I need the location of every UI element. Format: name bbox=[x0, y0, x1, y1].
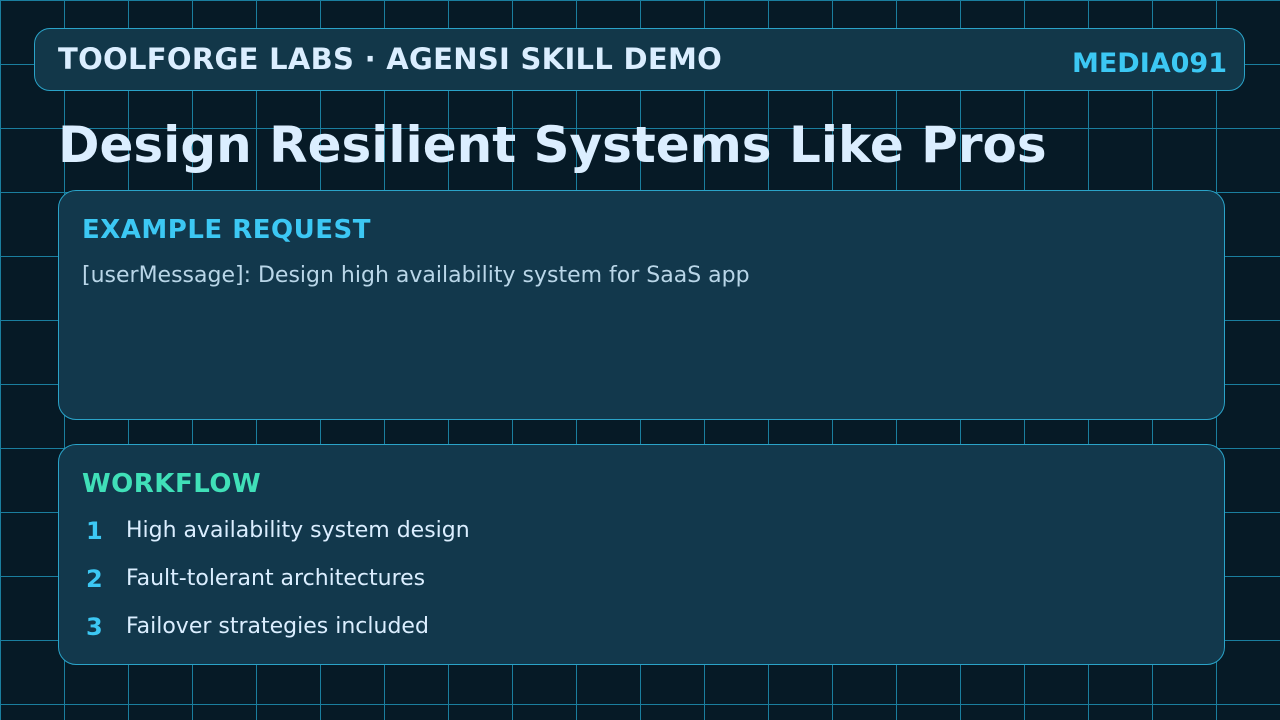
workflow-step-number: 1 bbox=[86, 517, 103, 545]
workflow-step-number: 2 bbox=[86, 565, 103, 593]
workflow-step-text: Failover strategies included bbox=[126, 614, 429, 639]
workflow-step: 3 Failover strategies included bbox=[59, 613, 1224, 643]
header-code: MEDIA091 bbox=[1071, 48, 1227, 79]
workflow-step-text: High availability system design bbox=[126, 518, 470, 543]
workflow-step-number: 3 bbox=[86, 613, 103, 641]
example-request-card: EXAMPLE REQUEST [userMessage]: Design hi… bbox=[58, 190, 1225, 420]
workflow-step: 2 Fault-tolerant architectures bbox=[59, 565, 1224, 595]
workflow-card: WORKFLOW 1 High availability system desi… bbox=[58, 444, 1225, 665]
workflow-heading: WORKFLOW bbox=[82, 469, 262, 499]
header-bar: TOOLFORGE LABS · AGENSI SKILL DEMO MEDIA… bbox=[34, 28, 1245, 91]
page-title: Design Resilient Systems Like Pros bbox=[58, 116, 1047, 174]
workflow-step: 1 High availability system design bbox=[59, 517, 1224, 547]
header-title: TOOLFORGE LABS · AGENSI SKILL DEMO bbox=[58, 42, 723, 76]
example-request-text: [userMessage]: Design high availability … bbox=[82, 263, 750, 288]
workflow-step-text: Fault-tolerant architectures bbox=[126, 566, 426, 591]
example-request-heading: EXAMPLE REQUEST bbox=[82, 215, 371, 245]
